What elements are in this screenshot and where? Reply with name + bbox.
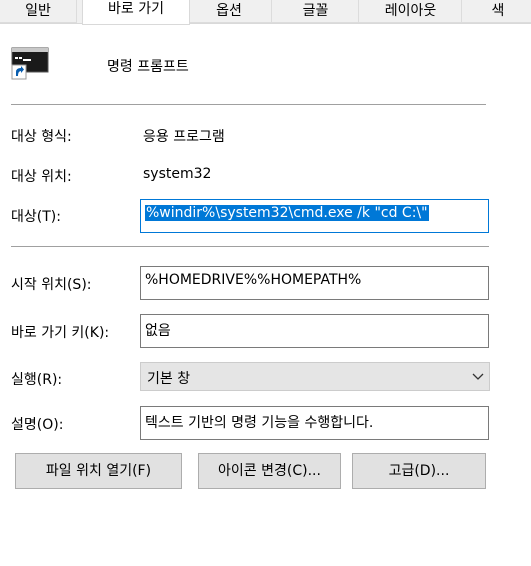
app-name: 명령 프롬프트 [107, 59, 189, 75]
comment-value: 텍스트 기반의 명령 기능을 수행합니다. [145, 415, 374, 431]
tab-colors[interactable]: 색 [461, 0, 531, 23]
comment-input[interactable]: 텍스트 기반의 명령 기능을 수행합니다. [140, 406, 489, 440]
shortcut-key-input[interactable]: 없음 [140, 314, 489, 348]
open-file-location-button[interactable]: 파일 위치 열기(F) [15, 453, 182, 489]
target-input[interactable]: %windir%\system32\cmd.exe /k "cd C:\" [140, 199, 489, 233]
run-select-value: 기본 창 [147, 371, 191, 387]
tab-shortcut[interactable]: 바로 가기 [82, 0, 190, 25]
start-in-label: 시작 위치(S): [11, 277, 92, 293]
target-location-label: 대상 위치: [11, 169, 72, 185]
tab-options[interactable]: 옵션 [185, 0, 273, 23]
target-location-value: system32 [143, 166, 212, 182]
tab-bar: 일반 바로 가기 옵션 글꼴 레이아웃 색 [0, 0, 531, 25]
target-value-selected: %windir%\system32\cmd.exe /k "cd C:\" [145, 205, 429, 221]
shortcut-key-label: 바로 가기 키(K): [11, 325, 110, 341]
comment-label: 설명(O): [11, 417, 64, 433]
tab-font[interactable]: 글꼴 [271, 0, 360, 23]
target-label: 대상(T): [11, 209, 61, 225]
separator-top [11, 104, 486, 105]
tab-layout[interactable]: 레이아웃 [358, 0, 463, 23]
run-label: 실행(R): [11, 372, 63, 388]
start-in-input[interactable]: %HOMEDRIVE%%HOMEPATH% [140, 266, 489, 300]
tab-divider [0, 23, 531, 24]
start-in-value: %HOMEDRIVE%%HOMEPATH% [145, 272, 362, 288]
chevron-down-icon [471, 367, 485, 385]
shortcut-key-value: 없음 [145, 323, 171, 339]
change-icon-button[interactable]: 아이콘 변경(C)... [198, 453, 341, 489]
separator-middle [11, 246, 489, 247]
cmd-prompt-icon [11, 47, 49, 83]
target-type-value: 응용 프로그램 [143, 129, 225, 145]
target-type-label: 대상 형식: [11, 129, 72, 145]
tab-general[interactable]: 일반 [0, 0, 77, 23]
advanced-button[interactable]: 고급(D)... [352, 453, 486, 489]
run-select[interactable]: 기본 창 [140, 362, 490, 391]
